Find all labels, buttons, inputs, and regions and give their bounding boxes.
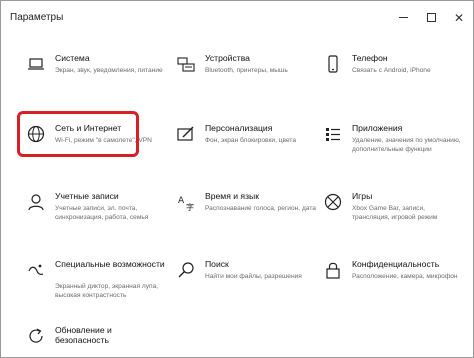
tile-name: Персонализация (205, 123, 273, 133)
tile-name: Сеть и Интернет (55, 123, 122, 133)
tile-description: Xbox Game Bar, записи, трансляция, игров… (352, 205, 438, 221)
search-icon (177, 261, 195, 279)
close-button[interactable]: ✕ (445, 1, 473, 34)
tile-time-language[interactable]: A字 Время и язык Распознавание голоса, ре… (177, 191, 316, 246)
tile-description: Экран, звук, уведомления, питание (55, 67, 163, 74)
tile-description: Bluetooth, принтеры, мышь (205, 67, 288, 74)
phone-icon (324, 55, 342, 73)
tile-search[interactable]: Поиск Найти мои файлы, разрешения (177, 259, 307, 314)
tile-description: Удаление, значения по умолчанию, дополни… (352, 137, 461, 153)
tile-accounts[interactable]: Учетные записи Учетные записи, эл. почта… (27, 191, 157, 246)
tile-phone[interactable]: Телефон Связать с Android, iPhone (324, 53, 454, 108)
globe-icon (27, 125, 45, 143)
tile-description: Найти мои файлы, разрешения (205, 273, 302, 280)
tile-devices[interactable]: Устройства Bluetooth, принтеры, мышь (177, 53, 307, 108)
maximize-button[interactable] (417, 1, 445, 34)
tile-name: Конфиденциальность (352, 259, 440, 269)
tile-description: Расположение, камера, микрофон (352, 273, 458, 280)
person-icon (27, 193, 45, 211)
keyboard-printer-icon (177, 55, 195, 73)
title-bar: Параметры ✕ (1, 1, 473, 34)
tile-system[interactable]: Система Экран, звук, уведомления, питани… (27, 53, 163, 108)
lock-icon (324, 261, 342, 279)
time-language-icon: A字 (177, 193, 195, 211)
tile-description: Wi-Fi, режим "в самолете", VPN (55, 137, 152, 144)
personalization-icon (177, 125, 195, 143)
svg-text:A: A (178, 196, 185, 206)
tile-apps[interactable]: Приложения Удаление, значения по умолчан… (324, 123, 461, 178)
tile-description: Фон, экран блокировки, цвета (205, 137, 297, 144)
tile-update-security[interactable]: Обновление и безопасность (27, 325, 157, 357)
tile-name: Устройства (205, 53, 250, 63)
tile-name: Игры (352, 191, 373, 201)
settings-window: Параметры ✕ Система Экран, звук, уведомл… (0, 0, 474, 358)
xbox-icon (324, 193, 342, 211)
tile-personalization[interactable]: Персонализация Фон, экран блокировки, цв… (177, 123, 307, 178)
ease-of-access-icon (27, 261, 45, 279)
tile-name: Специальные возможности (55, 259, 165, 269)
window-controls: ✕ (389, 1, 473, 34)
tile-privacy[interactable]: Конфиденциальность Расположение, камера,… (324, 259, 458, 314)
tile-name: Время и язык (205, 191, 259, 201)
tile-gaming[interactable]: Игры Xbox Game Bar, записи, трансляция, … (324, 191, 454, 246)
tile-name: Телефон (352, 53, 388, 63)
window-title: Параметры (10, 12, 64, 23)
apps-list-icon (324, 125, 342, 143)
tile-name: Приложения (352, 123, 403, 133)
tile-name: Обновление и безопасность (55, 325, 112, 345)
tile-network-internet[interactable]: Сеть и Интернет Wi-Fi, режим "в самолете… (27, 123, 157, 178)
tile-name: Учетные записи (55, 191, 119, 201)
tile-description: Распознавание голоса, регион, дата (205, 205, 316, 212)
tile-description: Экранный диктор, экранная лупа, высокая … (55, 283, 159, 299)
tile-description: Учетные записи, эл. почта, синхронизация… (55, 205, 149, 221)
tile-description: Связать с Android, iPhone (352, 67, 431, 74)
refresh-icon (27, 327, 45, 345)
laptop-icon (27, 55, 45, 73)
svg-text:字: 字 (186, 202, 194, 211)
minimize-button[interactable] (389, 1, 417, 34)
tile-name: Система (55, 53, 90, 63)
tile-name: Поиск (205, 259, 229, 269)
tile-ease-of-access[interactable]: Специальные возможности Экранный диктор,… (27, 259, 165, 314)
